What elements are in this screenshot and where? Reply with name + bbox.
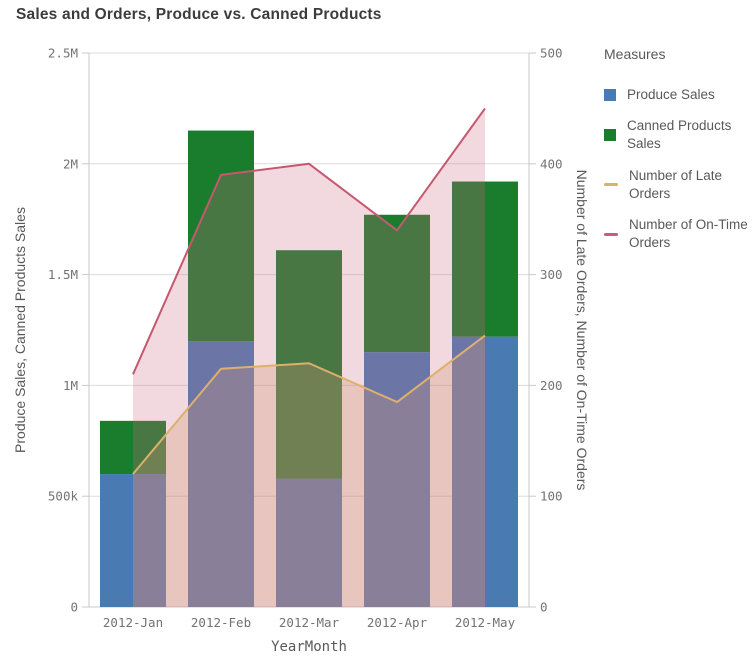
right-axis-tick-label: 400 bbox=[540, 156, 563, 171]
legend-items: Produce Sales Canned Products Sales Number… bbox=[604, 86, 752, 253]
right-axis-title: Number of Late Orders, Number of On-Time… bbox=[574, 170, 590, 491]
left-axis-tick-label: 2.5M bbox=[48, 46, 78, 61]
x-axis-tick-label: 2012-May bbox=[455, 615, 516, 630]
line-swatch-number-of-late-orders bbox=[604, 183, 618, 187]
x-axis-tick-label: 2012-Apr bbox=[367, 615, 428, 630]
right-axis-tick-label: 100 bbox=[540, 489, 563, 504]
right-axis-tick-label: 0 bbox=[540, 600, 548, 615]
legend-item-number-of-on-time-orders[interactable]: Number of On-Time Orders bbox=[604, 216, 752, 252]
left-axis-tick-label: 500k bbox=[48, 489, 79, 504]
line-swatch-number-of-on-time-orders bbox=[604, 232, 618, 236]
legend-title: Measures bbox=[604, 46, 666, 62]
legend-item-number-of-late-orders[interactable]: Number of Late Orders bbox=[604, 167, 752, 203]
legend-item-label: Canned Products Sales bbox=[627, 118, 732, 152]
legend-item-label: Number of Late Orders bbox=[629, 167, 723, 201]
square-swatch-canned-products-sales bbox=[604, 129, 616, 142]
right-axis-tick-label: 500 bbox=[540, 46, 563, 61]
x-axis-tick-label: 2012-Jan bbox=[103, 615, 163, 630]
x-axis-title: YearMonth bbox=[271, 639, 347, 655]
left-axis-tick-label: 0 bbox=[70, 600, 78, 615]
legend-item-canned-products-sales[interactable]: Canned Products Sales bbox=[604, 117, 752, 153]
legend-item-produce-sales[interactable]: Produce Sales bbox=[604, 86, 752, 104]
x-axis-tick-label: 2012-Mar bbox=[279, 615, 340, 630]
left-axis-tick-label: 1.5M bbox=[48, 267, 78, 282]
left-axis-tick-label: 2M bbox=[63, 156, 78, 171]
right-axis-tick-label: 300 bbox=[540, 267, 563, 282]
legend-item-label: Produce Sales bbox=[627, 87, 715, 102]
legend: Measures Produce Sales Canned Products Sa… bbox=[604, 46, 752, 266]
right-axis-tick-label: 200 bbox=[540, 378, 563, 393]
square-swatch-produce-sales bbox=[604, 89, 616, 102]
legend-item-label: Number of On-Time Orders bbox=[629, 217, 748, 251]
left-axis-title: Produce Sales, Canned Products Sales bbox=[12, 207, 28, 453]
left-axis-tick-label: 1M bbox=[63, 378, 78, 393]
x-axis-tick-label: 2012-Feb bbox=[191, 615, 251, 630]
